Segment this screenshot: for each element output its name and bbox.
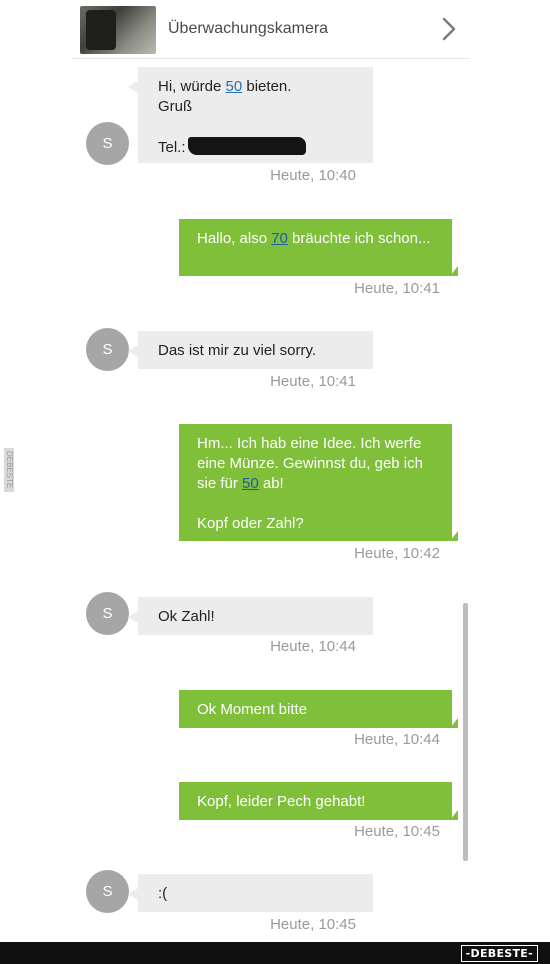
message-timestamp: Heute, 10:45 bbox=[354, 823, 440, 840]
number-link[interactable]: 50 bbox=[226, 78, 243, 95]
message-text: Gruß bbox=[158, 98, 193, 115]
avatar: S bbox=[86, 592, 129, 635]
message-text: Ok Moment bitte bbox=[197, 701, 308, 718]
message-text: Hi, würde 50 bieten. bbox=[158, 78, 292, 95]
message-timestamp: Heute, 10:44 bbox=[270, 638, 356, 655]
message-bubble-outgoing: Hallo, also 70 bräuchte ich schon... bbox=[179, 219, 458, 276]
message-timestamp: Heute, 10:41 bbox=[354, 280, 440, 297]
message-text: Kopf oder Zahl? bbox=[197, 515, 304, 532]
message-bubble-incoming: Ok Zahl! bbox=[128, 597, 373, 635]
message-bubble-outgoing: Hm... Ich hab eine Idee. Ich werfe eine … bbox=[179, 424, 458, 541]
message-text: Hallo, also 70 bräuchte ich schon... bbox=[197, 230, 431, 247]
message-bubble-outgoing: Ok Moment bitte bbox=[179, 690, 458, 728]
number-link[interactable]: 50 bbox=[242, 475, 259, 492]
message-bubble-outgoing: Kopf, leider Pech gehabt! bbox=[179, 782, 458, 820]
avatar: S bbox=[86, 328, 129, 371]
phone-line: Tel.: bbox=[158, 137, 359, 158]
message-bubble-incoming: :( bbox=[128, 874, 373, 912]
watermark-logo: -DEBESTE- bbox=[460, 945, 538, 962]
message-timestamp: Heute, 10:42 bbox=[354, 545, 440, 562]
avatar: S bbox=[86, 870, 129, 913]
side-watermark: DEBESTE bbox=[4, 448, 14, 492]
message-timestamp: Heute, 10:40 bbox=[270, 167, 356, 184]
message-bubble-incoming: Hi, würde 50 bieten. Gruß Tel.: bbox=[128, 67, 373, 163]
item-thumbnail[interactable] bbox=[80, 6, 156, 54]
conversation-header: Überwachungskamera bbox=[72, 0, 470, 59]
scrollbar[interactable] bbox=[463, 603, 468, 861]
message-timestamp: Heute, 10:44 bbox=[354, 731, 440, 748]
number-link[interactable]: 70 bbox=[271, 230, 288, 247]
message-text: Kopf, leider Pech gehabt! bbox=[197, 793, 366, 810]
message-text: Das ist mir zu viel sorry. bbox=[158, 342, 317, 359]
message-text: Hm... Ich hab eine Idee. Ich werfe eine … bbox=[197, 435, 423, 492]
avatar: S bbox=[86, 122, 129, 165]
message-timestamp: Heute, 10:41 bbox=[270, 373, 356, 390]
redaction-mark bbox=[187, 137, 306, 155]
message-timestamp: Heute, 10:45 bbox=[270, 916, 356, 933]
message-text: Ok Zahl! bbox=[158, 608, 215, 625]
item-title[interactable]: Überwachungskamera bbox=[168, 20, 328, 38]
footer-bar: -DEBESTE- bbox=[0, 942, 550, 964]
chevron-right-icon[interactable] bbox=[438, 14, 460, 44]
message-text: :( bbox=[158, 885, 168, 902]
message-bubble-incoming: Das ist mir zu viel sorry. bbox=[128, 331, 373, 369]
